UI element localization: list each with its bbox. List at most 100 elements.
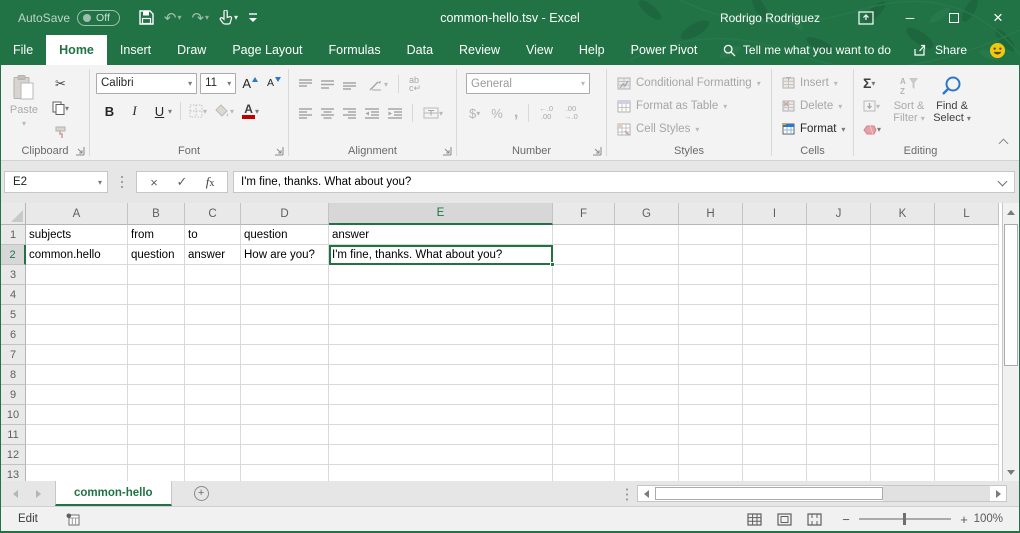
cell-C9[interactable] [185,385,241,405]
cell-L2[interactable] [935,245,999,265]
increase-indent-button[interactable] [385,102,405,124]
row-header-6[interactable]: 6 [1,325,26,345]
cell-H5[interactable] [679,305,743,325]
next-sheet-button[interactable] [36,490,41,498]
align-center-button[interactable] [318,102,337,124]
column-header-L[interactable]: L [935,203,999,225]
cell-D6[interactable] [241,325,329,345]
cell-B2[interactable]: question [128,245,185,265]
cell-H2[interactable] [679,245,743,265]
horizontal-scrollbar[interactable] [637,485,1007,502]
cell-G7[interactable] [615,345,679,365]
cell-A3[interactable] [26,265,128,285]
customize-qat-button[interactable] [245,6,261,30]
cell-F1[interactable] [553,225,615,245]
normal-view-button[interactable] [739,508,769,530]
column-header-E[interactable]: E [329,203,553,225]
middle-align-button[interactable] [318,73,337,95]
format-painter-button[interactable] [49,121,72,143]
cell-B3[interactable] [128,265,185,285]
cell-F6[interactable] [553,325,615,345]
vertical-scrollbar[interactable] [1002,203,1019,481]
cell-J2[interactable] [807,245,871,265]
cell-I3[interactable] [743,265,807,285]
cell-K1[interactable] [871,225,935,245]
paste-dropdown-icon[interactable]: ▾ [22,119,26,128]
font-size-combo[interactable]: 11▾ [200,73,236,94]
cell-C6[interactable] [185,325,241,345]
cell-I10[interactable] [743,405,807,425]
cell-G13[interactable] [615,465,679,481]
cell-J12[interactable] [807,445,871,465]
row-header-13[interactable]: 13 [1,465,26,481]
cell-I11[interactable] [743,425,807,445]
cancel-entry-button[interactable]: × [141,175,167,190]
cell-B12[interactable] [128,445,185,465]
cell-F9[interactable] [553,385,615,405]
horizontal-scroll-track[interactable] [883,486,990,501]
cell-K4[interactable] [871,285,935,305]
number-format-combo[interactable]: General▾ [466,73,590,94]
feedback-smiley-icon[interactable] [989,42,1006,59]
cell-L5[interactable] [935,305,999,325]
cell-C3[interactable] [185,265,241,285]
row-header-9[interactable]: 9 [1,385,26,405]
cell-L11[interactable] [935,425,999,445]
underline-button[interactable]: U▾ [148,100,175,122]
cell-B4[interactable] [128,285,185,305]
cell-E5[interactable] [329,305,553,325]
cell-E8[interactable] [329,365,553,385]
tab-formulas[interactable]: Formulas [316,35,394,65]
row-header-12[interactable]: 12 [1,445,26,465]
fill-dropdown-icon[interactable]: ▾ [876,102,880,111]
cell-L12[interactable] [935,445,999,465]
cell-D4[interactable] [241,285,329,305]
cell-G3[interactable] [615,265,679,285]
cell-H6[interactable] [679,325,743,345]
column-header-I[interactable]: I [743,203,807,225]
cell-A11[interactable] [26,425,128,445]
cell-A12[interactable] [26,445,128,465]
scroll-right-button[interactable] [990,486,1006,501]
cell-I2[interactable] [743,245,807,265]
cell-J5[interactable] [807,305,871,325]
cell-I9[interactable] [743,385,807,405]
font-color-dropdown-icon[interactable]: ▾ [255,107,259,116]
tab-data[interactable]: Data [394,35,446,65]
zoom-slider-handle[interactable] [903,513,906,525]
cell-J6[interactable] [807,325,871,345]
autosum-button[interactable]: Σ▾ [860,72,884,94]
cell-G10[interactable] [615,405,679,425]
tab-help[interactable]: Help [566,35,618,65]
cell-I12[interactable] [743,445,807,465]
cell-C11[interactable] [185,425,241,445]
column-header-A[interactable]: A [26,203,128,225]
clipboard-dialog-launcher[interactable] [75,146,85,156]
cell-A6[interactable] [26,325,128,345]
sort-filter-button[interactable]: AZ Sort &Filter ▾ [888,71,930,145]
decrease-decimal-button[interactable]: .00→.0 [561,102,581,124]
sheet-tab-common-hello[interactable]: common-hello [55,481,172,506]
cell-B9[interactable] [128,385,185,405]
cell-D3[interactable] [241,265,329,285]
cell-F2[interactable] [553,245,615,265]
underline-dropdown-icon[interactable]: ▾ [168,107,172,116]
format-cells-button[interactable]: Format ▾ [778,118,853,140]
cell-E3[interactable] [329,265,553,285]
cell-J11[interactable] [807,425,871,445]
clear-dropdown-icon[interactable]: ▾ [877,125,881,134]
row-header-4[interactable]: 4 [1,285,26,305]
top-align-button[interactable] [296,73,315,95]
column-header-G[interactable]: G [615,203,679,225]
bold-button[interactable]: B [98,100,121,122]
cell-L13[interactable] [935,465,999,481]
find-select-button[interactable]: Find &Select ▾ [930,71,974,145]
cell-D12[interactable] [241,445,329,465]
column-header-D[interactable]: D [241,203,329,225]
autosum-dropdown-icon[interactable]: ▾ [871,79,875,88]
page-break-preview-button[interactable] [799,508,829,530]
cell-B1[interactable]: from [128,225,185,245]
scroll-down-button[interactable] [1003,464,1019,480]
font-name-combo[interactable]: Calibri▾ [96,73,197,94]
minimize-button[interactable]: ─ [888,0,932,35]
